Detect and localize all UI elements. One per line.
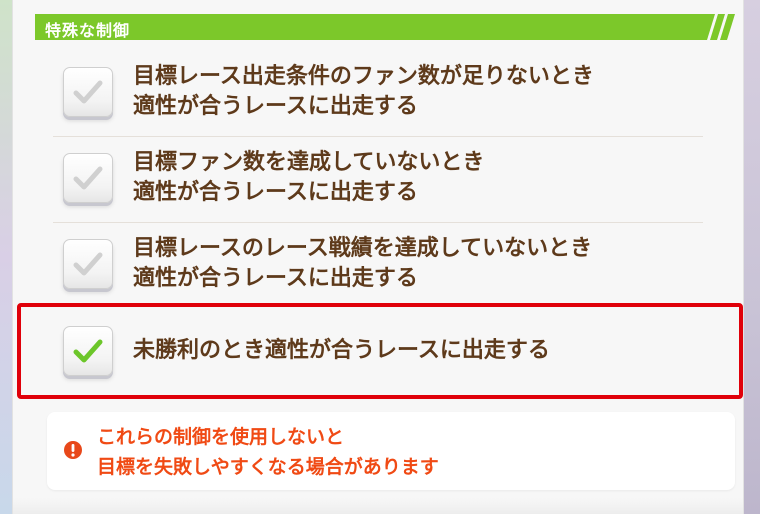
- warning-box: これらの制御を使用しないと 目標を失敗しやすくなる場合があります: [47, 412, 735, 490]
- option-race-record-not-met[interactable]: 目標レースのレース戦績を達成していないとき 適性が合うレースに出走する: [35, 230, 735, 300]
- section-header-bar: [35, 14, 735, 40]
- check-icon: [73, 166, 103, 190]
- background-right: [742, 0, 760, 514]
- divider: [53, 136, 703, 137]
- divider: [53, 222, 703, 223]
- exclamation-icon: [64, 441, 82, 459]
- section-title: 特殊な制御: [45, 21, 131, 40]
- bottom-fade: [13, 498, 743, 514]
- option-fan-count-insufficient[interactable]: 目標レース出走条件のファン数が足りないとき 適性が合うレースに出走する: [35, 58, 735, 128]
- option-label-line2: 適性が合うレースに出走する: [133, 94, 418, 119]
- highlight-box: [17, 303, 743, 399]
- check-icon: [73, 252, 103, 276]
- option-label-line2: 適性が合うレースに出走する: [133, 266, 418, 291]
- option-label-line1: 目標レース出走条件のファン数が足りないとき: [133, 64, 594, 89]
- warning-text-line2: 目標を失敗しやすくなる場合があります: [97, 456, 439, 478]
- settings-panel: 特殊な制御 目標レース出走条件のファン数が足りないとき 適性が合うレースに出走す…: [12, 0, 744, 514]
- option-fan-target-not-met[interactable]: 目標ファン数を達成していないとき 適性が合うレースに出走する: [35, 144, 735, 214]
- background-left: [0, 0, 12, 514]
- option-label-line1: 目標レースのレース戦績を達成していないとき: [133, 236, 593, 261]
- option-label-line1: 目標ファン数を達成していないとき: [133, 150, 485, 175]
- checkbox-fan-target-not-met[interactable]: [63, 153, 113, 203]
- option-label-line2: 適性が合うレースに出走する: [133, 180, 418, 205]
- warning-text-line1: これらの制御を使用しないと: [97, 426, 345, 448]
- section-header: 特殊な制御: [35, 14, 735, 40]
- check-icon: [73, 80, 103, 104]
- checkbox-race-record-not-met[interactable]: [63, 239, 113, 289]
- checkbox-fan-count-insufficient[interactable]: [63, 67, 113, 117]
